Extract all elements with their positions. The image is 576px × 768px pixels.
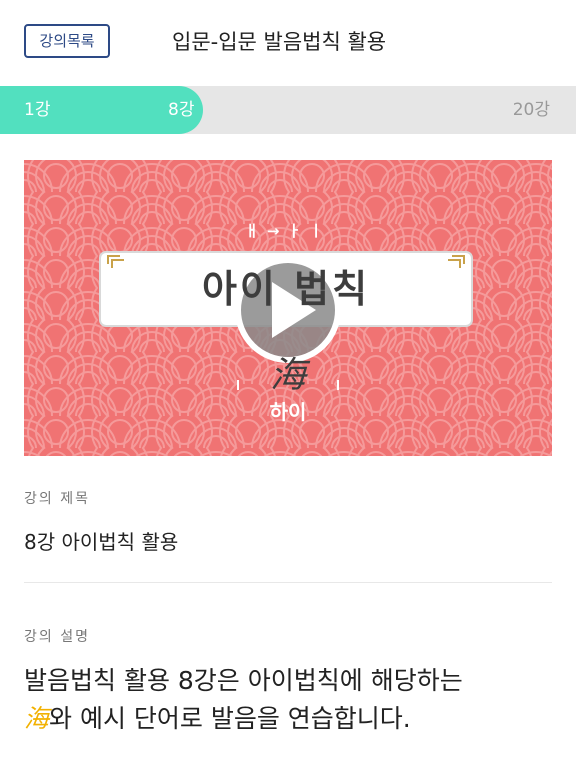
lecture-progress-bar: 1강 8강 20강 bbox=[0, 86, 576, 134]
section-divider bbox=[24, 582, 552, 583]
progress-start-label: 1강 bbox=[24, 100, 51, 120]
hanja-reading: 하이 bbox=[269, 400, 307, 424]
lecture-description: 발음법칙 활용 8강은 아이법칙에 해당하는 海와 예시 단어로 발음을 연습합… bbox=[24, 662, 552, 738]
lecture-list-button[interactable]: 강의목록 bbox=[24, 24, 110, 58]
page-title: 입문-입문 발음법칙 활용 bbox=[172, 30, 387, 54]
video-player[interactable]: ㅐ→ㅏㅣ 아이 법칙 海 하이 bbox=[24, 160, 552, 456]
description-line-2-text: 와 예시 단어로 발음을 연습합니다. bbox=[49, 704, 411, 733]
description-hanja: 海 bbox=[24, 704, 50, 733]
lecture-description-label: 강의 설명 bbox=[24, 629, 90, 645]
hanja-character: 海 bbox=[269, 355, 306, 396]
lecture-title-value: 8강 아이법칙 활용 bbox=[24, 530, 179, 554]
header-bar: 강의목록 입문-입문 발음법칙 활용 bbox=[0, 0, 576, 86]
vowel-rule-label: ㅐ→ㅏㅣ bbox=[245, 222, 331, 240]
lecture-title-label: 강의 제목 bbox=[24, 491, 90, 507]
progress-end-label: 20강 bbox=[512, 100, 550, 120]
video-hero-title: 아이 법칙 bbox=[201, 267, 371, 311]
progress-current-label: 8강 bbox=[168, 100, 195, 120]
description-line-2: 海와 예시 단어로 발음을 연습합니다. bbox=[24, 700, 552, 738]
description-line-1: 발음법칙 활용 8강은 아이법칙에 해당하는 bbox=[24, 666, 463, 695]
